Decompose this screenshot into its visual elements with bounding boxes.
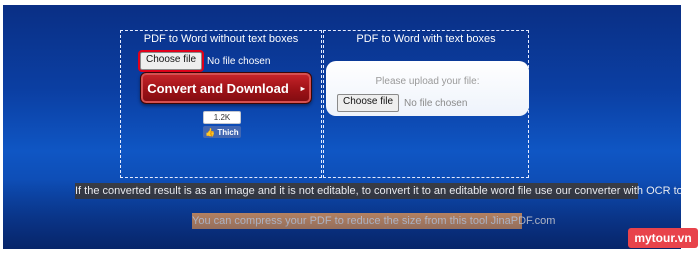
convert-button-label: Convert and Download [147,80,289,96]
choose-file-button-left[interactable]: Choose file [137,50,205,72]
panel-title-right: PDF to Word with text boxes [356,33,496,45]
upload-prompt: Please upload your file: [375,76,480,87]
facebook-like-widget: 1.2K 👍 Thich [203,111,241,138]
compress-pdf-link[interactable]: You can compress your PDF to reduce the … [192,213,555,229]
arrow-right-icon: ▸ [300,83,305,93]
like-button[interactable]: 👍 Thich [203,126,241,138]
converter-area: PDF to Word without text boxes Choose fi… [3,5,681,249]
file-input-left[interactable]: Choose file No file chosen [137,50,271,72]
pdf-to-word-textbox-panel: PDF to Word with text boxes Please uploa… [323,30,529,178]
pdf-to-word-no-textbox-panel: PDF to Word without text boxes Choose fi… [120,30,322,178]
panel-title-left: PDF to Word without text boxes [143,33,299,45]
upload-box: Please upload your file: Choose file No … [326,61,529,116]
watermark-logo: mytour.vn [628,228,698,248]
like-count: 1.2K [203,111,241,124]
choose-file-button-right[interactable]: Choose file [337,94,400,112]
no-file-text-right: No file chosen [404,97,468,109]
file-input-right[interactable]: Choose file No file chosen [337,94,467,112]
thumbs-up-icon: 👍 [205,127,216,137]
ocr-info-text: If the converted result is as an image a… [75,183,681,199]
convert-and-download-button[interactable]: Convert and Download ▸ [140,72,312,104]
no-file-text-left: No file chosen [207,55,271,67]
like-label: Thich [217,127,239,137]
